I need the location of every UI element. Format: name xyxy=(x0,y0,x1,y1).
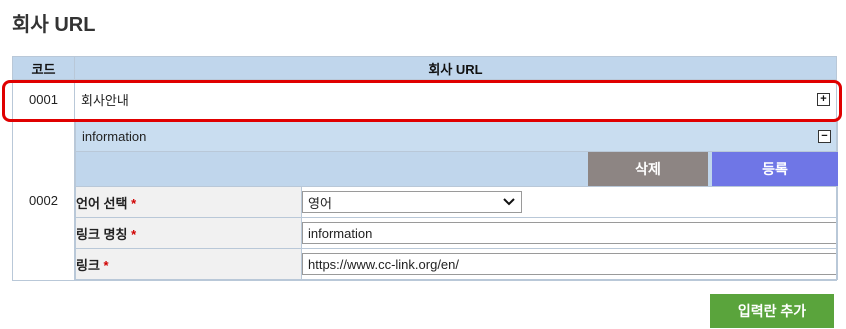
language-select[interactable]: 영어 xyxy=(302,191,522,213)
highlight-annotation xyxy=(2,80,842,122)
link-input[interactable]: https://www.cc-link.org/en/ xyxy=(302,253,837,275)
register-button[interactable]: 등록 xyxy=(712,152,838,186)
detail-title: information xyxy=(82,128,147,144)
delete-button[interactable]: 삭제 xyxy=(588,152,708,186)
row-code: 0002 xyxy=(12,119,75,281)
link-name-input[interactable]: information xyxy=(302,222,837,244)
required-mark: * xyxy=(131,195,137,211)
column-header-url: 회사 URL xyxy=(74,56,837,80)
language-select-value: 영어 xyxy=(308,195,332,211)
column-header-code: 코드 xyxy=(12,56,75,80)
link-label: 링크 * xyxy=(75,248,302,280)
collapse-icon[interactable]: − xyxy=(818,129,831,143)
language-label: 언어 선택 * xyxy=(75,186,302,218)
table-row: 0002 information − 삭제 등록 언어 선택 * 영어 링크 명… xyxy=(12,119,838,281)
required-mark: * xyxy=(131,226,137,242)
page-title: 회사 URL xyxy=(12,14,96,36)
required-mark: * xyxy=(103,257,109,273)
chevron-down-icon xyxy=(503,198,515,206)
add-row-button[interactable]: 입력란 추가 xyxy=(710,294,834,328)
detail-form: information − 삭제 등록 언어 선택 * 영어 링크 명칭 * i… xyxy=(75,120,838,280)
link-name-label: 링크 명칭 * xyxy=(75,217,302,249)
